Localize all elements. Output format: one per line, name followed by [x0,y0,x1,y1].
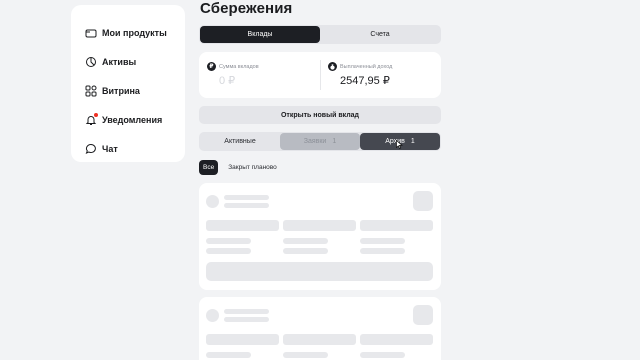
skeleton-line [206,352,251,358]
deposit-status-tabs: Активные Заявки 1 Архив 1 [199,132,441,151]
sidebar-item-label: Витрина [102,85,140,96]
product-type-switch: Вклады Счета [199,25,441,44]
skeleton-block [360,334,433,345]
card-icon [85,27,97,39]
paid-income-value: 2547,95 ₽ [340,75,390,87]
tab-deposits[interactable]: Вклады [200,26,320,43]
skeleton-block [283,334,356,345]
deposits-total-value: 0 ₽ [219,75,236,87]
skeleton-avatar [206,195,219,208]
grid-icon [85,85,97,97]
sidebar-item-label: Уведомления [102,114,163,125]
tab-label: Заявки [303,138,327,145]
skeleton-avatar [206,309,219,322]
bell-icon [85,112,98,126]
skeleton-line [283,248,328,254]
tab-applications[interactable]: Заявки 1 [280,133,360,150]
sidebar-item-showcase[interactable]: Витрина [71,76,185,105]
skeleton-line [360,352,405,358]
skeleton-line [224,309,269,314]
page-title: Сбережения [200,0,293,17]
skeleton-line [206,248,251,254]
skeleton-line [360,248,405,254]
open-new-deposit-button[interactable]: Открыть новый вклад [199,106,441,124]
tab-count: 1 [410,138,415,145]
sidebar-item-label: Мои продукты [102,27,167,38]
ruble-icon: ₽ [207,62,216,71]
sidebar-item-chat[interactable]: Чат [71,134,185,163]
skeleton-thumb [413,305,433,325]
paid-income-label: Выплаченный доход [340,63,393,70]
paid-income: Выплаченный доход 2547,95 ₽ [320,52,441,98]
skeleton-line [224,203,269,208]
pie-chart-icon [85,56,97,68]
skeleton-button [206,262,433,281]
chat-bubble-icon [85,143,97,155]
sidebar-nav: Мои продукты Активы Витрина Уведомления … [71,5,185,162]
sidebar-item-label: Чат [102,143,118,154]
savings-summary-card: ₽ Сумма вкладов 0 ₽ Выплаченный доход 25… [199,52,441,98]
skeleton-block [283,220,356,231]
deposit-card-skeleton [199,297,441,360]
sidebar-item-assets[interactable]: Активы [71,47,185,76]
skeleton-line [206,238,251,244]
notification-dot [94,112,98,117]
tab-count: 1 [332,138,337,145]
skeleton-line [360,238,405,244]
skeleton-block [206,334,279,345]
skeleton-line [283,352,328,358]
money-bag-icon [328,62,337,71]
sidebar-item-notifications[interactable]: Уведомления [71,105,185,134]
filter-chips: Все Закрыт планово [199,160,287,175]
tab-accounts[interactable]: Счета [320,26,440,43]
filter-closed-planned-chip[interactable]: Закрыт планово [224,160,281,175]
skeleton-block [206,220,279,231]
skeleton-line [224,317,269,322]
skeleton-thumb [413,191,433,211]
deposits-total-label: Сумма вкладов [219,63,259,70]
sidebar-item-my-products[interactable]: Мои продукты [71,18,185,47]
deposit-card-skeleton [199,183,441,290]
tab-label: Активные [224,138,256,145]
skeleton-line [283,238,328,244]
deposits-total: ₽ Сумма вкладов 0 ₽ [199,52,320,98]
skeleton-line [224,195,269,200]
mouse-pointer-icon [396,140,403,149]
tab-active[interactable]: Активные [200,133,280,150]
skeleton-block [360,220,433,231]
sidebar-item-label: Активы [102,56,137,67]
filter-all-chip[interactable]: Все [199,160,219,175]
